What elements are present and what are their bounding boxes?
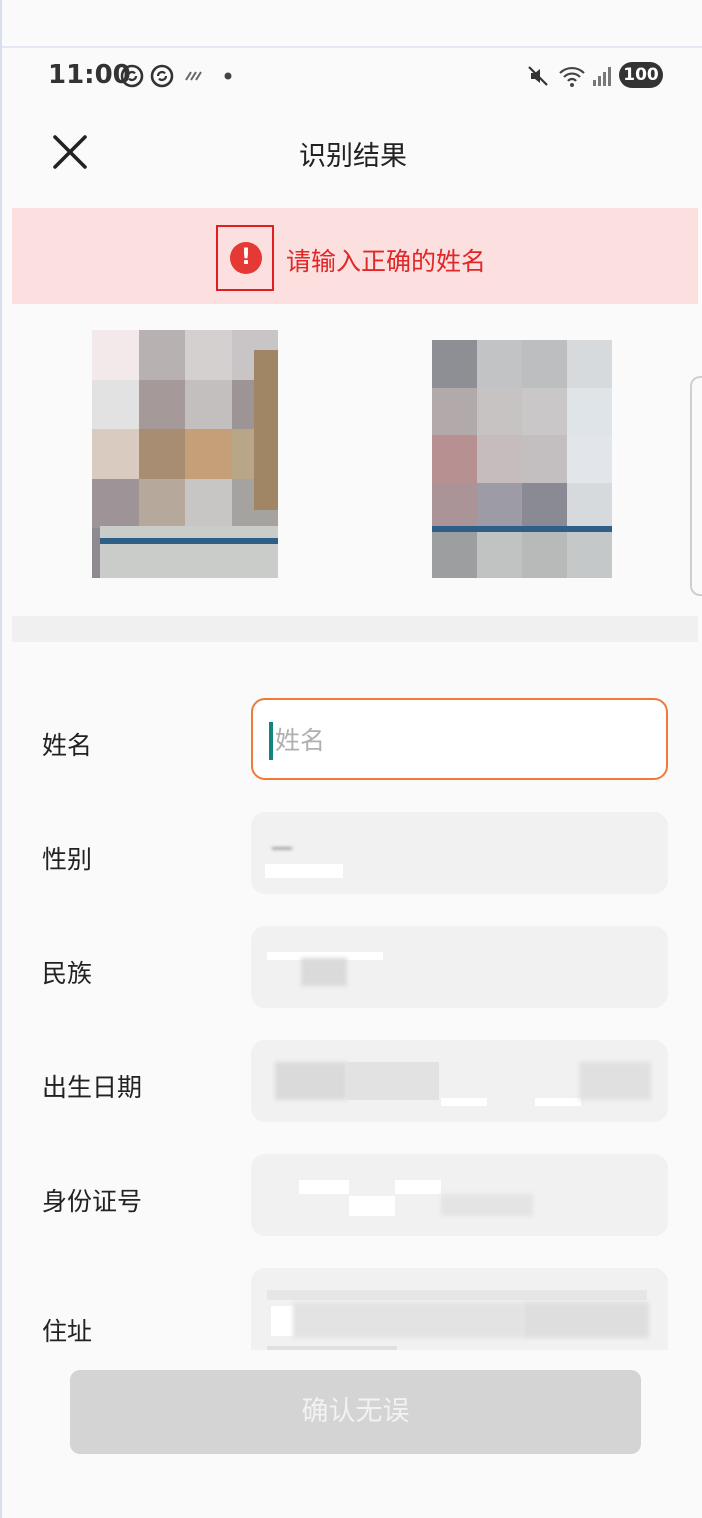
mute-icon [528,66,548,86]
blur-mask [271,1306,295,1336]
battery-icon: 100 [619,62,663,88]
error-icon-highlight: ! [216,225,274,291]
blur-mask [265,864,343,878]
id-number-label: 身份证号 [42,1187,143,1216]
scroll-hint [690,376,702,596]
name-field[interactable] [251,698,668,780]
top-divider [2,46,702,48]
status-time: 11:00 [48,60,131,90]
blur-mask [579,1062,651,1100]
signal-dots-icon [185,71,202,81]
blur-mask [275,1062,347,1100]
error-message: 请输入正确的姓名 [286,247,487,276]
name-input[interactable] [273,714,657,766]
ethnicity-field[interactable] [251,926,668,1008]
blur-mask [299,1180,349,1194]
sync-icon [150,64,174,88]
blur-mask [441,1194,533,1216]
id-front-photo[interactable] [92,330,278,578]
id-photos [2,310,702,610]
sync-icon [120,64,144,88]
address-field[interactable] [251,1268,668,1360]
page-title: 识别结果 [299,141,407,172]
gender-label: 性别 [42,845,93,874]
bottom-bar [2,1350,702,1370]
dot-icon [224,72,232,80]
blur-mask [441,1098,487,1106]
blur-mask [267,1290,647,1300]
blur-mask [301,958,347,986]
name-label: 姓名 [42,731,93,760]
blur-mask [535,1098,581,1106]
id-number-field[interactable] [251,1154,668,1236]
gender-field[interactable]: 一 [251,812,668,894]
blur-mask [347,1062,439,1100]
blur-mask [349,1196,395,1216]
phone-screen: 11:00 100 识别结果 ! 请输入正确的姓名 姓名 姓名 性别 一 民族 … [0,0,702,1518]
address-label: 住址 [42,1317,93,1346]
id-back-photo[interactable] [432,340,612,578]
blur-mask [293,1302,523,1338]
status-bar: 11:00 100 [2,50,702,100]
blur-mask [395,1180,441,1194]
confirm-button[interactable]: 确认无误 [70,1370,641,1454]
exclamation-icon: ! [230,242,262,274]
birth-date-field[interactable] [251,1040,668,1122]
wifi-icon [559,66,585,87]
blur-mask [523,1302,649,1338]
gender-value: 一 [271,838,294,863]
birth-date-label: 出生日期 [42,1073,143,1102]
header: 识别结果 [2,112,702,194]
ethnicity-label: 民族 [42,959,93,988]
error-banner: ! 请输入正确的姓名 [12,208,698,304]
section-divider [12,616,698,642]
cell-signal-icon [593,67,611,86]
